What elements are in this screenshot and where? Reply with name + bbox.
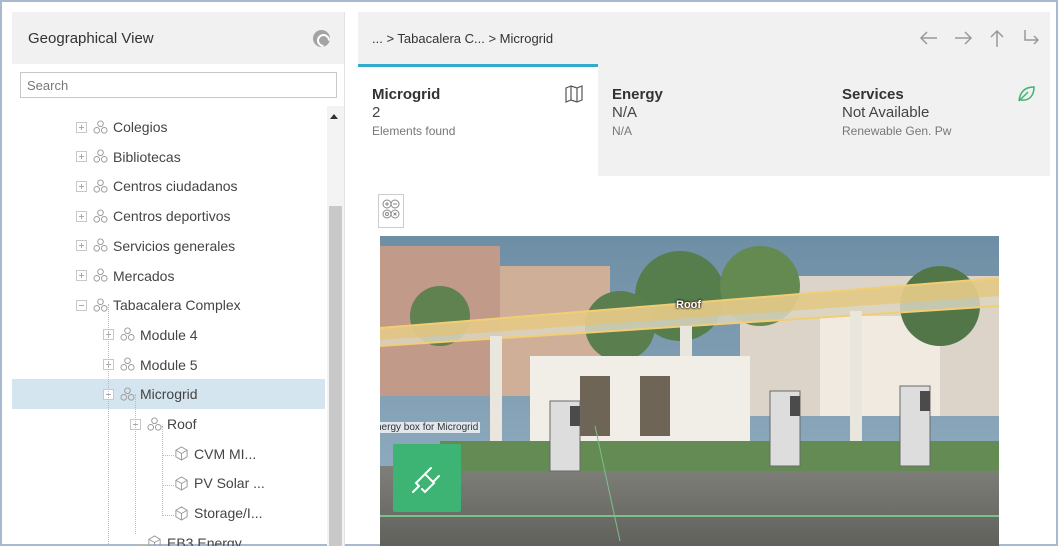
search-input[interactable]	[20, 72, 337, 98]
tree-item[interactable]: Colegios	[12, 112, 325, 142]
tree-item-label: CVM MI...	[194, 445, 257, 462]
geographical-view-panel: Geographical View Colegios Bibliotecas Cen…	[12, 12, 345, 546]
tile-title: Energy	[612, 86, 663, 103]
tree-item-label: Colegios	[113, 119, 168, 135]
tile-subtitle: Renewable Gen. Pw	[842, 124, 952, 138]
tree-item[interactable]: Microgrid	[12, 379, 325, 410]
arrow-up-icon[interactable]	[986, 27, 1008, 49]
tree-item-label: PV Solar ...	[194, 475, 265, 492]
group-icon	[119, 357, 135, 373]
group-icon	[146, 416, 162, 432]
tree-item[interactable]: Bibliotecas	[12, 142, 325, 172]
tree-item[interactable]: Module 4	[12, 320, 325, 350]
tile-value: N/A	[612, 104, 638, 121]
expand-icon[interactable]	[76, 121, 87, 133]
tree-item-label: Servicios generales	[113, 237, 236, 254]
tile-microgrid[interactable]: Microgrid 2 Elements found	[358, 64, 598, 176]
tree-item[interactable]: Tabacalera Complex	[12, 290, 325, 320]
tree-guide-line	[135, 394, 136, 534]
tree-item[interactable]: Module 5	[12, 350, 325, 380]
arrow-right-icon[interactable]	[952, 27, 974, 49]
group-icon	[92, 208, 108, 224]
tree-item-label: Module 5	[140, 356, 198, 373]
cube-icon	[173, 505, 189, 521]
tree-guide-line	[162, 515, 176, 516]
turn-right-icon[interactable]	[1020, 27, 1042, 49]
scene-photo	[380, 236, 999, 546]
tree-item-label: Centros ciudadanos	[113, 178, 238, 195]
tree-item[interactable]: EB3 Energy ...	[12, 528, 325, 546]
cube-icon	[173, 446, 189, 462]
group-icon	[92, 178, 108, 194]
tile-title: Services	[842, 86, 904, 103]
group-icon	[92, 297, 108, 313]
scroll-thumb[interactable]	[329, 206, 342, 546]
detail-panel: ... > Tabacalera C... > Microgrid Microg…	[358, 12, 1050, 546]
tree-item-label: Microgrid	[140, 386, 198, 403]
map-icon[interactable]	[564, 84, 584, 104]
tree-item-label: Roof	[167, 416, 197, 432]
summary-tiles: Microgrid 2 Elements found Energy N/A N/…	[358, 64, 1050, 176]
tree-guide-line	[162, 455, 176, 456]
app-frame: Geographical View Colegios Bibliotecas Cen…	[0, 0, 1058, 546]
tree-item-label: Centros deportivos	[113, 208, 231, 225]
tree-guide-line	[108, 304, 109, 546]
tree-item-label: Tabacalera Complex	[113, 297, 241, 314]
panel-header: Geographical View	[12, 12, 344, 64]
tile-subtitle: Elements found	[372, 124, 456, 138]
tree-guide-line	[135, 544, 149, 545]
group-icon	[92, 119, 108, 135]
tree-item[interactable]: Mercados	[12, 261, 325, 291]
tree-item-label: EB3 Energy ...	[167, 534, 258, 546]
tree-item[interactable]: Centros deportivos	[12, 201, 325, 231]
scroll-up-arrow-icon[interactable]	[330, 114, 338, 119]
tree-item[interactable]: PV Solar ...	[12, 468, 325, 498]
group-icon	[119, 327, 135, 343]
cube-icon	[173, 475, 189, 491]
collapse-icon[interactable]	[76, 299, 87, 311]
expand-icon[interactable]	[76, 240, 87, 252]
tile-services[interactable]: Services Not Available Renewable Gen. Pw	[828, 64, 1050, 176]
microgrid-scene-view[interactable]: Roof nergy box for Microgrid	[380, 236, 999, 546]
tile-subtitle: N/A	[612, 124, 633, 138]
tree-scrollbar[interactable]	[327, 106, 344, 546]
plug-icon[interactable]	[393, 444, 461, 512]
tree-item[interactable]: Roof	[12, 409, 325, 439]
tree-item-label: Module 4	[140, 326, 198, 343]
arrow-left-icon[interactable]	[918, 27, 940, 49]
leaf-icon	[1018, 86, 1035, 102]
group-icon	[92, 238, 108, 254]
group-icon	[92, 268, 108, 284]
tree-item-label: Mercados	[113, 267, 175, 284]
tree-item-label: Storage/I...	[194, 505, 263, 522]
group-icon	[119, 386, 135, 402]
roof-label[interactable]: Roof	[676, 299, 701, 311]
energy-box-label[interactable]: nergy box for Microgrid	[380, 422, 481, 433]
breadcrumb[interactable]: ... > Tabacalera C... > Microgrid	[372, 31, 553, 46]
tree-item-label: Bibliotecas	[113, 148, 181, 165]
expand-icon[interactable]	[76, 210, 87, 222]
tree-guide-line	[162, 426, 163, 516]
tree-item[interactable]: Servicios generales	[12, 231, 325, 261]
tile-value: Not Available	[842, 104, 930, 121]
zoom-controls[interactable]	[378, 194, 404, 228]
navigation-icons	[918, 27, 1042, 49]
collapse-panel-icon[interactable]	[313, 29, 330, 47]
expand-icon[interactable]	[76, 180, 87, 192]
panel-title: Geographical View	[28, 29, 154, 47]
group-icon	[92, 149, 108, 165]
tree-guide-line	[162, 485, 176, 486]
tile-title: Microgrid	[372, 86, 441, 103]
tile-energy[interactable]: Energy N/A N/A	[598, 64, 828, 176]
expand-icon[interactable]	[76, 270, 87, 281]
tile-value: 2	[372, 104, 381, 121]
expand-icon[interactable]	[76, 151, 87, 163]
tree-item[interactable]: Centros ciudadanos	[12, 171, 325, 201]
tree-item[interactable]: Storage/I...	[12, 498, 325, 528]
tree-item[interactable]: CVM MI...	[12, 439, 325, 469]
breadcrumb-bar: ... > Tabacalera C... > Microgrid	[358, 12, 1050, 64]
geographical-tree: Colegios Bibliotecas Centros ciudadanos Cen…	[12, 106, 325, 546]
